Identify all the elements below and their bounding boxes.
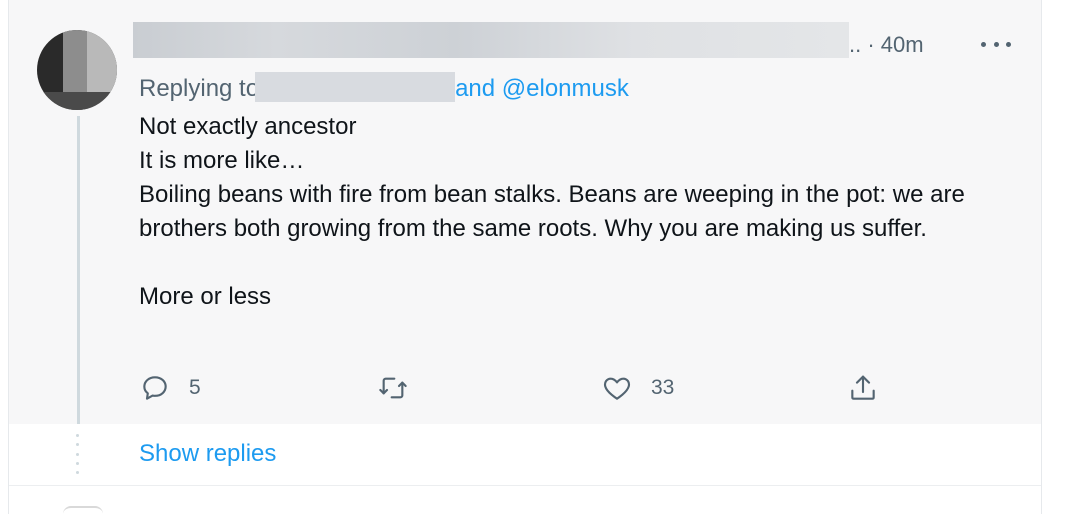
reply-count: 5 [189,376,201,399]
replying-prefix: Replying to [139,75,260,102]
action-bar: 5 33 [139,370,899,406]
avatar[interactable] [37,30,117,110]
replied-handle-redacted [255,72,456,102]
like-count: 33 [651,376,675,399]
show-replies-link[interactable]: Show replies [139,440,276,468]
reply-button[interactable]: 5 [139,370,201,406]
mention-link[interactable]: and @elonmusk [455,75,629,102]
share-button[interactable] [847,370,879,406]
timeline-frame: .. · 40m Replying to and @elonmusk Not ex… [8,0,1042,514]
more-icon[interactable] [981,34,1011,54]
tweet-line: Not exactly ancestor [139,113,357,140]
like-icon [603,377,631,400]
reply-icon [143,376,167,400]
author-name-redacted [133,22,849,58]
tweet-line: Boiling beans with fire from bean stalks… [139,181,965,242]
share-icon [851,375,875,400]
tweet-text: Not exactly ancestor It is more like… Bo… [139,110,1019,314]
tweet-line: More or less [139,283,272,310]
retweet-button[interactable] [377,370,427,406]
ellipsis: .. [849,32,868,57]
retweet-icon [379,377,407,399]
tweet-line: It is more like… [139,147,305,174]
tweet[interactable]: .. · 40m Replying to and @elonmusk Not ex… [9,0,1041,424]
thread-dots [76,434,80,474]
thread-line [77,116,80,424]
show-replies-row[interactable]: Show replies [9,424,1041,486]
replying-to: Replying to and @elonmusk [139,72,629,103]
tweet-timestamp[interactable]: · 40m [867,32,923,57]
like-button[interactable]: 33 [601,370,674,406]
next-avatar-edge [63,506,103,514]
tweet-meta: .. · 40m [849,32,924,58]
